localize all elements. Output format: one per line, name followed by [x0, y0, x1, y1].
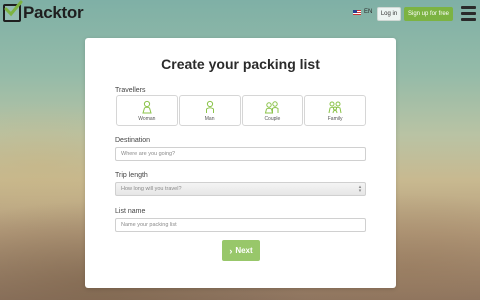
- family-icon: [328, 101, 342, 114]
- traveller-label: Woman: [138, 116, 156, 122]
- destination-input[interactable]: [121, 151, 365, 157]
- list-name-field: [115, 218, 366, 232]
- list-name-input[interactable]: [121, 222, 365, 228]
- checkmark-logo-icon: [3, 0, 23, 22]
- next-button[interactable]: › Next: [222, 240, 260, 261]
- woman-icon: [142, 100, 152, 114]
- travellers-label: Travellers: [115, 87, 146, 94]
- list-name-label: List name: [115, 208, 146, 215]
- login-button[interactable]: Log in: [377, 7, 401, 21]
- traveller-label: Couple: [264, 116, 281, 122]
- man-icon: [205, 100, 214, 113]
- us-flag-icon: [353, 9, 361, 15]
- destination-label: Destination: [115, 137, 151, 144]
- logo[interactable]: Packtor: [3, 0, 84, 23]
- chevron-right-icon: ›: [229, 245, 233, 256]
- next-label: Next: [235, 246, 253, 255]
- traveller-option-couple[interactable]: Couple: [241, 95, 304, 126]
- packing-list-form: Create your packing list Travellers Woma…: [85, 38, 396, 288]
- logo-text: Packtor: [23, 3, 84, 22]
- hamburger-menu-icon[interactable]: [461, 6, 476, 21]
- destination-field: [115, 147, 366, 161]
- traveller-option-family[interactable]: Family: [304, 95, 366, 126]
- couple-icon: [265, 101, 279, 114]
- signup-button[interactable]: Sign up for free: [404, 7, 453, 21]
- page-title: Create your packing list: [161, 56, 320, 72]
- traveller-option-man[interactable]: Man: [178, 95, 241, 126]
- trip-length-label: Trip length: [115, 172, 148, 179]
- travellers-selector: Woman Man Couple Family: [116, 95, 366, 126]
- traveller-option-woman[interactable]: Woman: [116, 95, 178, 126]
- select-arrows-icon: ▴ ▾: [358, 184, 362, 194]
- traveller-label: Family: [327, 116, 343, 122]
- language-label: EN: [364, 9, 373, 15]
- trip-length-select[interactable]: How long will you travel? ▴ ▾: [115, 182, 366, 196]
- traveller-label: Man: [204, 116, 215, 122]
- trip-length-placeholder: How long will you travel?: [121, 186, 182, 192]
- language-selector[interactable]: EN: [353, 9, 372, 15]
